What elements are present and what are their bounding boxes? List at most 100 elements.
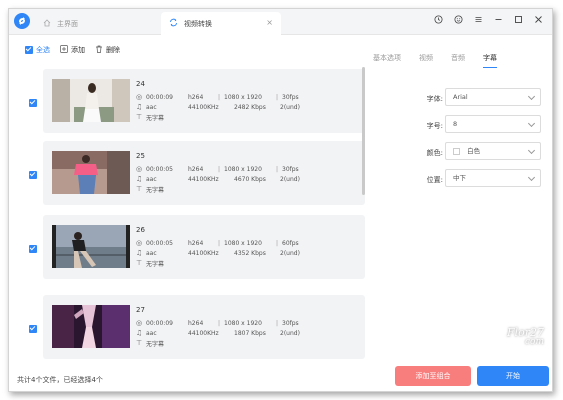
sample-rate: 44100KHz bbox=[188, 103, 219, 111]
clock-icon[interactable] bbox=[433, 15, 444, 26]
subtitle-icon: ⊤ bbox=[136, 185, 143, 193]
item-checkbox[interactable] bbox=[29, 245, 37, 253]
list-item[interactable]: 27 ◎ 00:00:09 h264 | 1080 x 1920 | 30fps… bbox=[17, 295, 365, 359]
file-name: 24 bbox=[136, 80, 145, 88]
color-setting: 颜色: 白色 bbox=[407, 139, 547, 166]
video-thumbnail bbox=[52, 225, 130, 268]
video-thumbnail bbox=[52, 151, 130, 194]
bitrate: 2482 Kbps bbox=[234, 103, 266, 111]
tab-home[interactable]: 主界面 bbox=[39, 12, 157, 35]
delete-button[interactable]: 删除 bbox=[95, 45, 120, 55]
separator: | bbox=[217, 319, 221, 327]
tab-video-convert[interactable]: 视频转换 × bbox=[161, 12, 281, 35]
title-bar: 主界面 视频转换 × bbox=[9, 9, 552, 35]
separator: | bbox=[217, 93, 221, 101]
app-logo-icon bbox=[14, 13, 30, 29]
subtitle-status: 无字幕 bbox=[146, 114, 165, 122]
color-swatch bbox=[453, 147, 460, 155]
file-card: 26 ◎ 00:00:05 h264 | 1080 x 1920 | 60fps… bbox=[43, 215, 365, 279]
channels: 2(und) bbox=[280, 103, 300, 111]
subtitle-status: 无字幕 bbox=[146, 340, 165, 348]
menu-icon[interactable] bbox=[473, 15, 484, 26]
audio-codec: aac bbox=[146, 249, 157, 257]
video-thumbnail bbox=[52, 79, 130, 122]
list-scrollbar[interactable] bbox=[362, 67, 365, 195]
item-checkbox[interactable] bbox=[29, 171, 37, 179]
add-button[interactable]: 添加 bbox=[60, 45, 85, 55]
audio-info: ♫ aac 44100KHz 4670 Kbps 2(und) bbox=[136, 174, 356, 184]
video-info: ◎ 00:00:09 h264 | 1080 x 1920 | 30fps bbox=[136, 92, 356, 102]
subtitle-info: ⊤ 无字幕 bbox=[136, 184, 356, 194]
tab-basic-options[interactable]: 基本选项 bbox=[373, 53, 401, 68]
list-item[interactable]: 26 ◎ 00:00:05 h264 | 1080 x 1920 | 60fps… bbox=[17, 215, 365, 279]
video-codec: h264 bbox=[188, 165, 204, 173]
file-toolbar: 全选 添加 删除 bbox=[25, 45, 120, 55]
fps: 30fps bbox=[282, 93, 299, 101]
duration: 00:00:05 bbox=[146, 239, 173, 247]
sample-rate: 44100KHz bbox=[188, 329, 219, 337]
subtitle-info: ⊤ 无字幕 bbox=[136, 338, 356, 348]
video-icon: ◎ bbox=[136, 319, 143, 327]
separator: | bbox=[217, 165, 221, 173]
convert-icon bbox=[169, 18, 178, 29]
position-select[interactable]: 中下 bbox=[445, 169, 541, 187]
subtitle-icon: ⊤ bbox=[136, 113, 143, 121]
file-card: 25 ◎ 00:00:05 h264 | 1080 x 1920 | 30fps… bbox=[43, 141, 365, 205]
window-controls bbox=[433, 15, 544, 26]
font-select[interactable]: Arial bbox=[445, 88, 541, 106]
position-value: 中下 bbox=[453, 174, 466, 182]
list-item[interactable]: 25 ◎ 00:00:05 h264 | 1080 x 1920 | 30fps… bbox=[17, 141, 365, 205]
select-all-checkbox[interactable]: 全选 bbox=[25, 45, 50, 55]
size-value: 8 bbox=[453, 120, 458, 128]
position-setting: 位置: 中下 bbox=[407, 166, 547, 193]
add-icon bbox=[60, 45, 68, 55]
channels: 2(und) bbox=[280, 329, 300, 337]
tab-close-icon[interactable]: × bbox=[266, 18, 273, 27]
size-select[interactable]: 8 bbox=[445, 115, 541, 133]
resolution: 1080 x 1920 bbox=[224, 239, 262, 247]
bitrate: 4670 Kbps bbox=[234, 175, 266, 183]
maximize-icon[interactable] bbox=[513, 15, 524, 26]
music-icon: ♫ bbox=[136, 175, 143, 183]
fps: 60fps bbox=[282, 239, 299, 247]
subtitle-status: 无字幕 bbox=[146, 260, 165, 268]
channels: 2(und) bbox=[280, 175, 300, 183]
bitrate: 1807 Kbps bbox=[234, 329, 266, 337]
minimize-icon[interactable] bbox=[493, 15, 504, 26]
file-list: 24 ◎ 00:00:09 h264 | 1080 x 1920 | 30fps… bbox=[17, 67, 365, 363]
video-codec: h264 bbox=[188, 93, 204, 101]
video-icon: ◎ bbox=[136, 165, 143, 173]
add-to-group-button[interactable]: 添加至组合 bbox=[395, 366, 471, 386]
music-icon: ♫ bbox=[136, 103, 143, 111]
watermark: Flor27 com bbox=[507, 326, 544, 347]
size-label: 字号: bbox=[426, 122, 443, 130]
fps: 30fps bbox=[282, 165, 299, 173]
item-checkbox[interactable] bbox=[29, 325, 37, 333]
select-all-label: 全选 bbox=[36, 46, 50, 54]
close-icon[interactable] bbox=[533, 15, 544, 26]
color-select[interactable]: 白色 bbox=[445, 142, 541, 160]
color-label: 颜色: bbox=[426, 149, 443, 157]
smiley-icon[interactable] bbox=[453, 15, 464, 26]
video-icon: ◎ bbox=[136, 93, 143, 101]
tab-subtitle[interactable]: 字幕 bbox=[483, 53, 497, 68]
video-info: ◎ 00:00:05 h264 | 1080 x 1920 | 30fps bbox=[136, 164, 356, 174]
tab-video[interactable]: 视频 bbox=[419, 53, 433, 68]
item-checkbox[interactable] bbox=[29, 99, 37, 107]
resolution: 1080 x 1920 bbox=[224, 319, 262, 327]
font-label: 字体: bbox=[426, 95, 443, 103]
start-button[interactable]: 开始 bbox=[477, 366, 549, 386]
list-item[interactable]: 24 ◎ 00:00:09 h264 | 1080 x 1920 | 30fps… bbox=[17, 69, 365, 133]
subtitle-icon: ⊤ bbox=[136, 339, 143, 347]
subtitle-info: ⊤ 无字幕 bbox=[136, 258, 356, 268]
delete-label: 删除 bbox=[106, 46, 120, 54]
audio-info: ♫ aac 44100KHz 1807 Kbps 2(und) bbox=[136, 328, 356, 338]
file-name: 25 bbox=[136, 152, 145, 160]
duration: 00:00:09 bbox=[146, 319, 173, 327]
file-card: 24 ◎ 00:00:09 h264 | 1080 x 1920 | 30fps… bbox=[43, 69, 365, 133]
chevron-down-icon bbox=[527, 173, 536, 182]
resolution: 1080 x 1920 bbox=[224, 165, 262, 173]
file-meta: 25 ◎ 00:00:05 h264 | 1080 x 1920 | 30fps… bbox=[136, 152, 356, 194]
tab-audio[interactable]: 音频 bbox=[451, 53, 465, 68]
selection-summary: 共计4个文件，已经选择4个 bbox=[17, 376, 103, 384]
